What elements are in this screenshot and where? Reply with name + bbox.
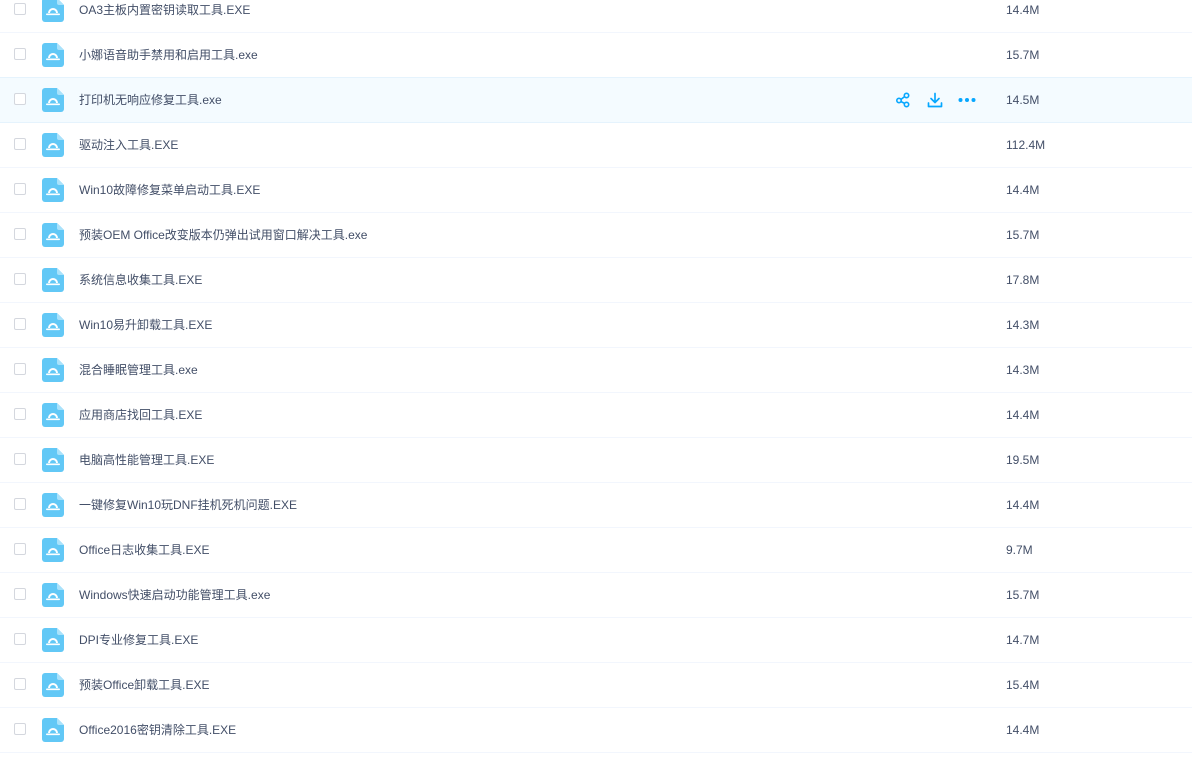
exe-file-icon	[42, 493, 64, 517]
file-size: 14.4M	[1006, 498, 1040, 512]
file-size: 15.7M	[1006, 228, 1040, 242]
exe-file-icon	[42, 88, 64, 112]
exe-file-icon	[42, 178, 64, 202]
row-checkbox[interactable]	[14, 723, 26, 735]
exe-file-icon	[42, 43, 64, 67]
row-checkbox[interactable]	[14, 678, 26, 690]
row-checkbox[interactable]	[14, 408, 26, 420]
row-checkbox[interactable]	[14, 318, 26, 330]
share-icon[interactable]	[893, 90, 913, 110]
file-size: 15.7M	[1006, 588, 1040, 602]
file-name[interactable]: Windows快速启动功能管理工具.exe	[79, 573, 270, 617]
file-size: 19.5M	[1006, 453, 1040, 467]
file-size: 9.7M	[1006, 543, 1033, 557]
file-row[interactable]: OA3主板内置密钥读取工具.EXE 14.4M	[0, 0, 1192, 33]
exe-file-icon	[42, 223, 64, 247]
exe-file-icon	[42, 403, 64, 427]
row-actions	[893, 90, 977, 110]
file-size: 15.4M	[1006, 678, 1040, 692]
row-checkbox[interactable]	[14, 3, 26, 15]
file-row[interactable]: 一键修复Win10玩DNF挂机死机问题.EXE 14.4M	[0, 483, 1192, 528]
exe-file-icon	[42, 538, 64, 562]
file-name[interactable]: 小娜语音助手禁用和启用工具.exe	[79, 33, 258, 77]
exe-file-icon	[42, 673, 64, 697]
file-row[interactable]: Office日志收集工具.EXE 9.7M	[0, 528, 1192, 573]
file-size: 14.3M	[1006, 318, 1040, 332]
file-row[interactable]: 混合睡眠管理工具.exe 14.3M	[0, 348, 1192, 393]
file-row[interactable]: Office2016密钥清除工具.EXE 14.4M	[0, 708, 1192, 753]
row-checkbox[interactable]	[14, 498, 26, 510]
file-row[interactable]: Windows快速启动功能管理工具.exe 15.7M	[0, 573, 1192, 618]
file-name[interactable]: 电脑高性能管理工具.EXE	[79, 438, 214, 482]
file-size: 14.3M	[1006, 363, 1040, 377]
file-size: 14.4M	[1006, 408, 1040, 422]
row-checkbox[interactable]	[14, 453, 26, 465]
file-name[interactable]: OA3主板内置密钥读取工具.EXE	[79, 0, 250, 32]
file-size: 14.5M	[1006, 93, 1040, 107]
exe-file-icon	[42, 718, 64, 742]
file-name[interactable]: Office日志收集工具.EXE	[79, 528, 209, 572]
file-size: 14.4M	[1006, 3, 1040, 17]
file-name[interactable]: Win10故障修复菜单启动工具.EXE	[79, 168, 260, 212]
file-name[interactable]: 打印机无响应修复工具.exe	[79, 78, 222, 122]
file-row[interactable]: Win10故障修复菜单启动工具.EXE 14.4M	[0, 168, 1192, 213]
file-size: 14.4M	[1006, 723, 1040, 737]
row-checkbox[interactable]	[14, 48, 26, 60]
download-icon[interactable]	[925, 90, 945, 110]
exe-file-icon	[42, 268, 64, 292]
file-row[interactable]: 打印机无响应修复工具.exe 14.5M	[0, 77, 1192, 123]
file-row[interactable]: 预装OEM Office改变版本仍弹出试用窗口解决工具.exe 15.7M	[0, 213, 1192, 258]
row-checkbox[interactable]	[14, 273, 26, 285]
exe-file-icon	[42, 313, 64, 337]
file-row[interactable]: Win10易升卸载工具.EXE 14.3M	[0, 303, 1192, 348]
file-row[interactable]: 驱动注入工具.EXE 112.4M	[0, 123, 1192, 168]
row-checkbox[interactable]	[14, 228, 26, 240]
exe-file-icon	[42, 448, 64, 472]
file-size: 14.7M	[1006, 633, 1040, 647]
file-row[interactable]: 应用商店找回工具.EXE 14.4M	[0, 393, 1192, 438]
file-row[interactable]: DPI专业修复工具.EXE 14.7M	[0, 618, 1192, 663]
file-list: OA3主板内置密钥读取工具.EXE 14.4M 小娜语音助手禁用和启用工具.ex…	[0, 0, 1192, 753]
file-name[interactable]: 系统信息收集工具.EXE	[79, 258, 202, 302]
row-checkbox[interactable]	[14, 93, 26, 105]
row-checkbox[interactable]	[14, 543, 26, 555]
file-name[interactable]: DPI专业修复工具.EXE	[79, 618, 198, 662]
exe-file-icon	[42, 133, 64, 157]
file-name[interactable]: 预装OEM Office改变版本仍弹出试用窗口解决工具.exe	[79, 213, 367, 257]
file-row[interactable]: 系统信息收集工具.EXE 17.8M	[0, 258, 1192, 303]
row-checkbox[interactable]	[14, 138, 26, 150]
file-size: 17.8M	[1006, 273, 1040, 287]
file-name[interactable]: 混合睡眠管理工具.exe	[79, 348, 198, 392]
row-checkbox[interactable]	[14, 588, 26, 600]
exe-file-icon	[42, 0, 64, 22]
file-name[interactable]: 一键修复Win10玩DNF挂机死机问题.EXE	[79, 483, 297, 527]
file-name[interactable]: 驱动注入工具.EXE	[79, 123, 178, 167]
file-name[interactable]: 预装Office卸载工具.EXE	[79, 663, 209, 707]
file-row[interactable]: 电脑高性能管理工具.EXE 19.5M	[0, 438, 1192, 483]
file-size: 15.7M	[1006, 48, 1040, 62]
exe-file-icon	[42, 628, 64, 652]
file-name[interactable]: 应用商店找回工具.EXE	[79, 393, 202, 437]
exe-file-icon	[42, 583, 64, 607]
file-row[interactable]: 预装Office卸载工具.EXE 15.4M	[0, 663, 1192, 708]
file-name[interactable]: Win10易升卸载工具.EXE	[79, 303, 212, 347]
file-size: 112.4M	[1006, 138, 1046, 152]
row-checkbox[interactable]	[14, 183, 26, 195]
file-size: 14.4M	[1006, 183, 1040, 197]
exe-file-icon	[42, 358, 64, 382]
file-name[interactable]: Office2016密钥清除工具.EXE	[79, 708, 236, 752]
row-checkbox[interactable]	[14, 363, 26, 375]
more-icon[interactable]	[957, 90, 977, 110]
row-checkbox[interactable]	[14, 633, 26, 645]
file-row[interactable]: 小娜语音助手禁用和启用工具.exe 15.7M	[0, 33, 1192, 78]
